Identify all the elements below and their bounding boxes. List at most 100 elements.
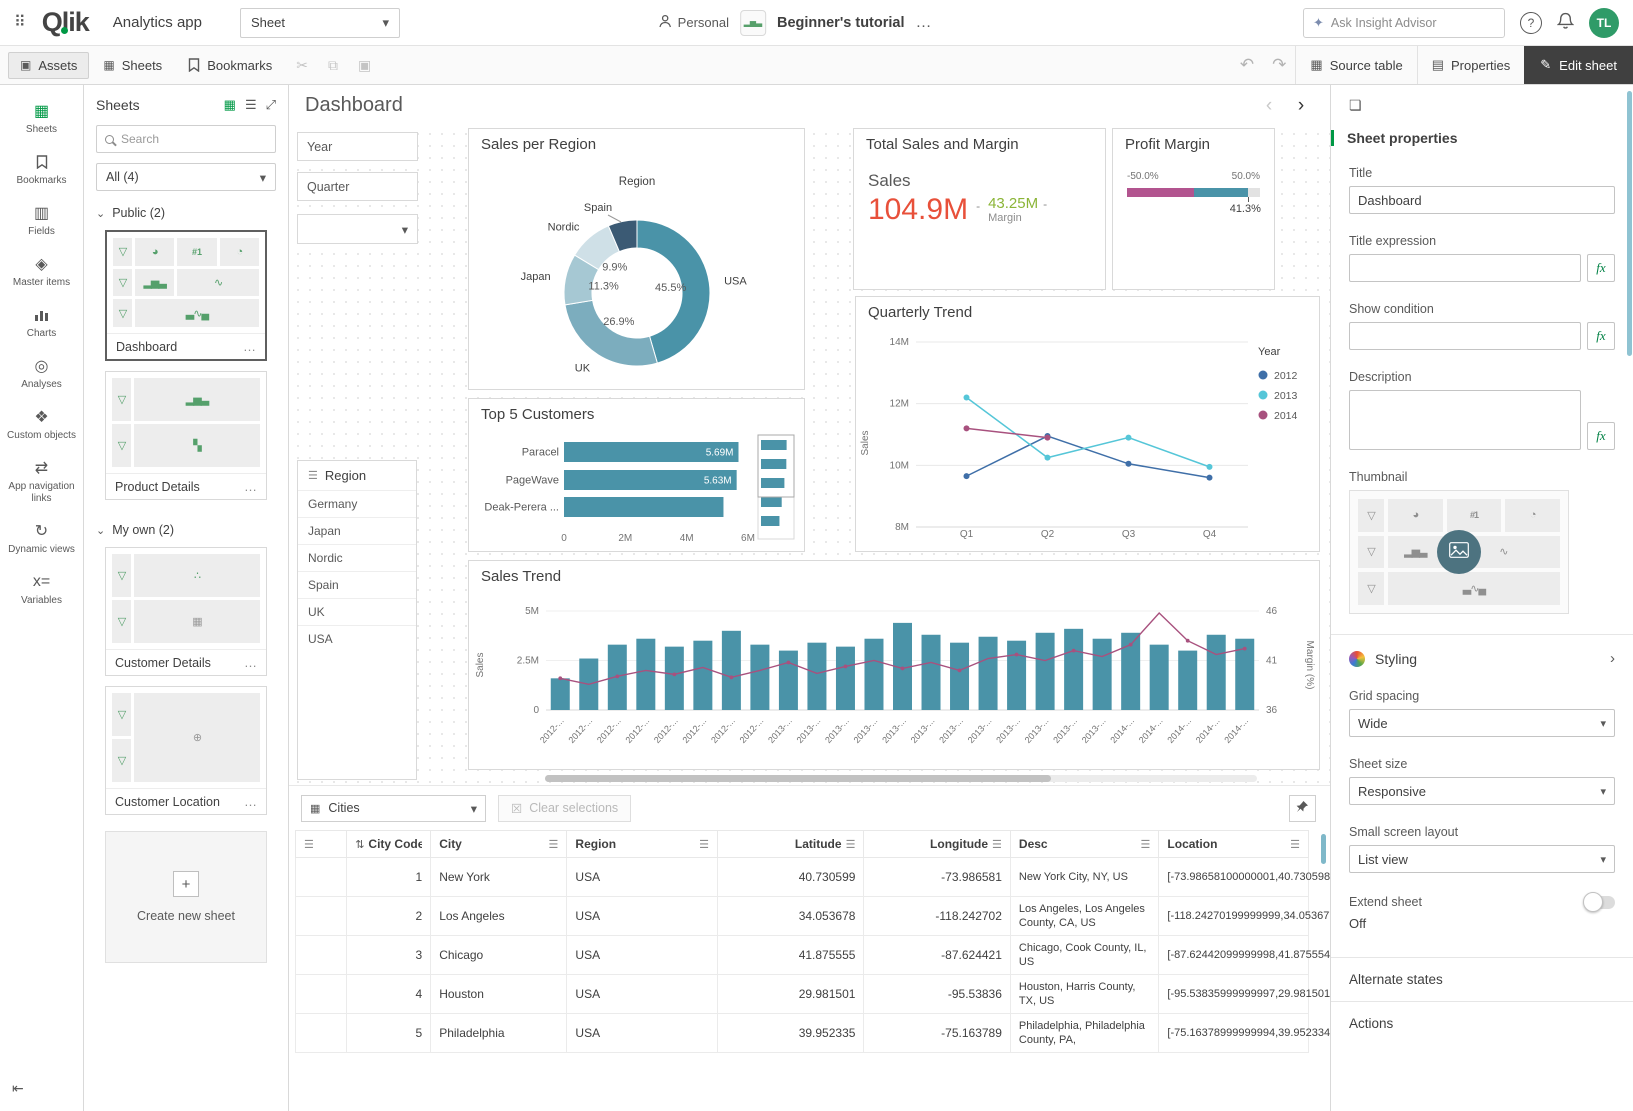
sales-per-region-chart[interactable]: Sales per Region 45.5%26.9%11.3%9.9%USAU… <box>468 128 805 390</box>
table-cell[interactable]: [-73.98658100000001,40.730598999999996] <box>1159 858 1309 897</box>
table-cell[interactable]: [-95.53835999999997,29.981501000000002] <box>1159 975 1309 1014</box>
quarter-filter[interactable]: Quarter <box>297 172 418 201</box>
toolbar-tab-sheets[interactable]: ▦Sheets <box>91 52 174 79</box>
app-switcher-button[interactable]: ⠿ <box>14 15 26 31</box>
rail-item-analyses[interactable]: ◎Analyses <box>0 348 83 399</box>
bar-chart[interactable]: Paracel5.69MPageWave5.63MDeak-Perera ...… <box>469 425 804 547</box>
app-more-options-button[interactable]: … <box>916 14 932 32</box>
section-header[interactable]: ⌄Public (2) <box>84 193 288 227</box>
table-row[interactable]: 2Los AngelesUSA34.053678-118.242702Los A… <box>296 897 1309 936</box>
table-cell[interactable]: USA <box>567 1014 718 1053</box>
table-cell[interactable]: Houston, Harris County, TX, US <box>1010 975 1159 1014</box>
table-cell[interactable]: -73.986581 <box>864 858 1010 897</box>
region-item-germany[interactable]: Germany <box>298 490 416 517</box>
table-cell[interactable]: Los Angeles <box>431 897 567 936</box>
region-item-spain[interactable]: Spain <box>298 571 416 598</box>
column-header-city-code[interactable]: ⇅City Code <box>347 831 431 858</box>
column-header-desc[interactable]: Desc☰ <box>1010 831 1159 858</box>
small-screen-layout-select[interactable]: List view ▾ <box>1349 845 1615 873</box>
rail-item-app-navigation-links[interactable]: ⇄App navigation links <box>0 450 83 513</box>
properties-scrollbar[interactable] <box>1627 91 1632 356</box>
table-cell[interactable]: 2 <box>347 897 431 936</box>
cities-dropdown[interactable]: ▦ Cities ▾ <box>301 795 486 822</box>
rail-item-master-items[interactable]: ◈Master items <box>0 246 83 297</box>
table-cell[interactable]: -75.163789 <box>864 1014 1010 1053</box>
sheet-more-options-button[interactable]: … <box>244 479 257 494</box>
rail-item-charts[interactable]: Charts <box>0 297 83 348</box>
sheet-card-dashboard[interactable]: ▽◕#1◔▽▂▅▃∿▽▃∿▄Dashboard… <box>105 230 267 361</box>
region-item-uk[interactable]: UK <box>298 598 416 625</box>
next-sheet-button[interactable]: › <box>1288 92 1314 118</box>
year-filter[interactable]: Year <box>297 132 418 161</box>
profit-margin-gauge[interactable]: Profit Margin -50.0% 50.0% 41.3% <box>1112 128 1275 290</box>
table-cell[interactable]: Houston <box>431 975 567 1014</box>
title-expression-fx-button[interactable]: fx <box>1587 254 1615 282</box>
column-header-longitude[interactable]: Longitude☰ <box>864 831 1010 858</box>
table-cell[interactable]: New York City, NY, US <box>1010 858 1159 897</box>
table-cell[interactable]: [-87.62442099999998,41.875554999999999] <box>1159 936 1309 975</box>
grid-view-button[interactable]: ▦ <box>224 97 236 113</box>
table-cell[interactable]: [-75.16378999999994,39.952334999999998] <box>1159 1014 1309 1053</box>
combo-chart[interactable]: 02.5M5M3641462012-...2012-...2012-...201… <box>469 587 1319 765</box>
insight-advisor-search[interactable]: ✦ <box>1303 8 1505 38</box>
collapse-panel-button[interactable]: ⇤ <box>12 1080 24 1097</box>
table-cell[interactable]: 39.952335 <box>717 1014 863 1053</box>
notifications-button[interactable] <box>1557 12 1574 33</box>
table-cell[interactable]: Los Angeles, Los Angeles County, CA, US <box>1010 897 1159 936</box>
table-row[interactable]: 1New YorkUSA40.730599-73.986581New York … <box>296 858 1309 897</box>
rail-item-bookmarks[interactable]: Bookmarks <box>0 144 83 195</box>
rail-item-dynamic-views[interactable]: ↻Dynamic views <box>0 513 83 564</box>
show-condition-input[interactable] <box>1349 322 1581 350</box>
region-item-japan[interactable]: Japan <box>298 517 416 544</box>
grid-spacing-select[interactable]: Wide ▾ <box>1349 709 1615 737</box>
column-header[interactable]: ☰ <box>296 831 347 858</box>
column-header-location[interactable]: Location☰ <box>1159 831 1309 858</box>
sheet-filter-dropdown[interactable]: All (4) ▾ <box>96 163 276 191</box>
list-view-button[interactable]: ☰ <box>245 97 257 113</box>
table-cell[interactable]: 40.730599 <box>717 858 863 897</box>
insight-advisor-input[interactable] <box>1331 16 1495 30</box>
column-menu-icon[interactable]: ☰ <box>549 838 559 851</box>
table-cell[interactable]: Philadelphia, Philadelphia County, PA, <box>1010 1014 1159 1053</box>
column-menu-icon[interactable]: ☰ <box>846 838 856 851</box>
app-name[interactable]: Beginner's tutorial <box>777 15 905 31</box>
region-filter-pane[interactable]: ☰ Region GermanyJapanNordicSpainUKUSA <box>297 460 417 780</box>
table-cell[interactable]: [-118.24270199999999,34.053677999999998] <box>1159 897 1309 936</box>
top-5-customers-chart[interactable]: Top 5 Customers Paracel5.69MPageWave5.63… <box>468 398 805 552</box>
sort-icon[interactable]: ⇅ <box>355 838 364 851</box>
description-textarea[interactable] <box>1349 390 1581 450</box>
column-menu-icon[interactable]: ☰ <box>1290 838 1300 851</box>
table-cell[interactable]: USA <box>567 858 718 897</box>
region-item-usa[interactable]: USA <box>298 625 416 652</box>
column-header-latitude[interactable]: Latitude☰ <box>717 831 863 858</box>
title-expression-input[interactable] <box>1349 254 1581 282</box>
line-chart[interactable]: 14M12M10M8MQ1Q2Q3Q4SalesYear201220132014 <box>856 323 1319 547</box>
sheet-search[interactable] <box>96 125 276 153</box>
rail-item-fields[interactable]: ▥Fields <box>0 195 83 246</box>
sheet-size-select[interactable]: Responsive ▾ <box>1349 777 1615 805</box>
table-cell[interactable]: 1 <box>347 858 431 897</box>
table-scrollbar[interactable] <box>1321 834 1326 864</box>
toolbar-tab-assets[interactable]: ▣Assets <box>8 52 89 79</box>
view-type-dropdown[interactable]: Sheet ▾ <box>240 8 400 38</box>
table-cell[interactable]: 4 <box>347 975 431 1014</box>
redo-button[interactable]: ↷ <box>1263 55 1295 75</box>
change-thumbnail-button[interactable] <box>1437 530 1481 574</box>
column-menu-icon[interactable]: ☰ <box>304 838 314 851</box>
rail-item-custom-objects[interactable]: ❖Custom objects <box>0 399 83 450</box>
extend-sheet-toggle[interactable] <box>1585 896 1615 909</box>
table-row[interactable]: 5PhiladelphiaUSA39.952335-75.163789Phila… <box>296 1014 1309 1053</box>
table-cell[interactable]: 34.053678 <box>717 897 863 936</box>
table-cell[interactable]: USA <box>567 975 718 1014</box>
column-menu-icon[interactable]: ☰ <box>1141 838 1151 851</box>
actions-section[interactable]: Actions <box>1349 1002 1615 1031</box>
table-cell[interactable]: Chicago <box>431 936 567 975</box>
table-row[interactable]: 3ChicagoUSA41.875555-87.624421Chicago, C… <box>296 936 1309 975</box>
column-menu-icon[interactable]: ☰ <box>699 838 709 851</box>
table-cell[interactable]: Philadelphia <box>431 1014 567 1053</box>
sheet-card-customer-location[interactable]: ▽▽⊕Customer Location… <box>105 686 267 815</box>
toolbar-tab-bookmarks[interactable]: Bookmarks <box>176 52 284 79</box>
clear-selections-button[interactable]: ☒ Clear selections <box>498 795 631 822</box>
table-cell[interactable]: Chicago, Cook County, IL, US <box>1010 936 1159 975</box>
sheet-more-options-button[interactable]: … <box>243 339 256 354</box>
